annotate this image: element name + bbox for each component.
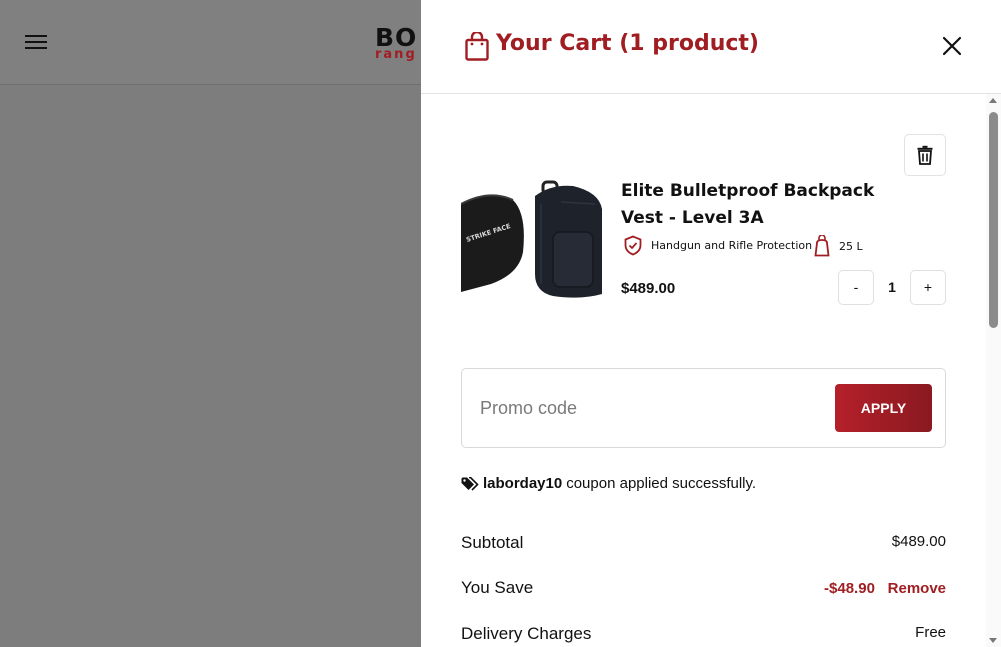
coupon-code: laborday10 — [483, 475, 563, 492]
site-logo[interactable]: BO rang — [375, 25, 417, 62]
scroll-up-arrow-icon[interactable] — [989, 98, 997, 103]
backpack-icon — [814, 235, 830, 257]
savings-values: -$48.90 Remove — [824, 578, 946, 598]
close-icon[interactable] — [941, 35, 963, 57]
coupon-status-message: laborday10 coupon applied successfully. — [461, 475, 756, 492]
logo-subtext: rang — [375, 47, 417, 62]
feature-capacity-label: 25 L — [839, 239, 863, 253]
shield-check-icon — [624, 235, 642, 256]
product-image[interactable]: STRIKE FACE — [461, 134, 602, 344]
quantity-decrease-button[interactable]: - — [838, 270, 874, 305]
hamburger-menu-icon[interactable] — [25, 35, 47, 51]
delivery-label: Delivery Charges — [461, 624, 592, 643]
scroll-down-arrow-icon[interactable] — [989, 638, 997, 643]
quantity-increase-button[interactable]: + — [910, 270, 946, 305]
cart-drawer: Your Cart (1 product) STRIKE FACE Elite … — [421, 0, 1001, 647]
savings-row: You Save -$48.90 Remove — [461, 578, 946, 598]
apply-promo-button[interactable]: APPLY — [835, 384, 932, 432]
subtotal-value: $489.00 — [891, 533, 946, 550]
product-price: $489.00 — [621, 280, 676, 297]
scroll-thumb[interactable] — [989, 112, 998, 328]
product-name[interactable]: Elite Bulletproof Backpack Vest - Level … — [621, 178, 921, 232]
subtotal-row: Subtotal $489.00 — [461, 533, 946, 553]
feature-capacity: 25 L — [814, 235, 863, 257]
scrollbar[interactable] — [986, 94, 1001, 647]
cart-header: Your Cart (1 product) — [421, 0, 1001, 94]
tags-icon — [461, 476, 479, 491]
promo-code-input[interactable] — [480, 393, 820, 423]
shopping-bag-icon — [465, 32, 489, 61]
subtotal-label: Subtotal — [461, 533, 524, 552]
coupon-message: coupon applied successfully. — [566, 475, 757, 492]
cart-title: Your Cart (1 product) — [496, 31, 759, 56]
quantity-value: 1 — [888, 279, 896, 295]
delivery-row: Delivery Charges Free — [461, 624, 946, 644]
remove-item-button[interactable] — [904, 134, 946, 176]
savings-value: -$48.90 — [824, 580, 875, 597]
promo-code-box: APPLY — [461, 368, 946, 448]
remove-coupon-link[interactable]: Remove — [888, 580, 946, 597]
feature-protection: Handgun and Rifle Protection — [624, 235, 812, 256]
trash-icon — [917, 145, 933, 165]
feature-protection-label: Handgun and Rifle Protection — [651, 239, 813, 252]
savings-label: You Save — [461, 578, 534, 597]
delivery-value: Free — [915, 624, 946, 641]
